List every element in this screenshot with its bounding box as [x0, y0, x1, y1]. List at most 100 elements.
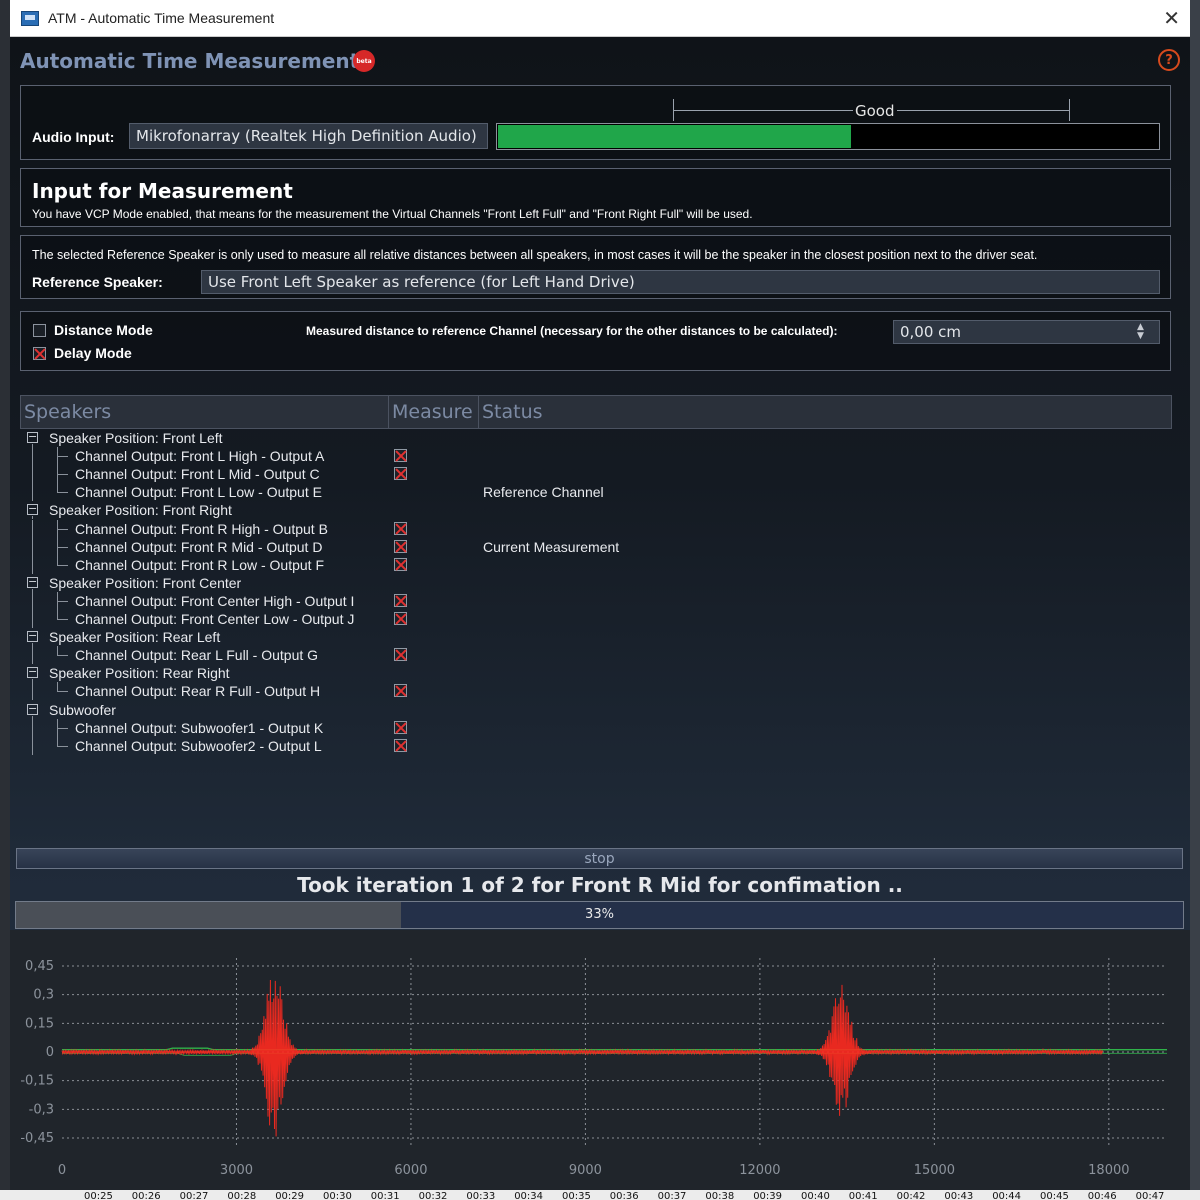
measure-checkbox[interactable]: [394, 521, 407, 535]
close-icon[interactable]: ✕: [1163, 6, 1180, 30]
timeline-tick: 00:38: [705, 1191, 735, 1200]
collapse-icon[interactable]: −: [27, 503, 38, 516]
timeline-tick: 00:32: [418, 1191, 448, 1200]
collapse-icon[interactable]: −: [27, 703, 38, 715]
collapse-icon[interactable]: −: [27, 666, 38, 679]
timeline-tick: 00:34: [514, 1191, 544, 1200]
timeline-tick: 00:39: [753, 1191, 783, 1200]
tree-channel-row[interactable]: Channel Output: Front L Mid - Output C: [20, 465, 1170, 484]
measurement-progress: 33%: [15, 901, 1184, 929]
tree-group-row[interactable]: − Speaker Position: Front Center: [20, 574, 1170, 592]
y-tick-label: 0,3: [33, 988, 54, 1003]
timeline-tick: 00:33: [466, 1191, 496, 1200]
tree-group-row[interactable]: − Speaker Position: Rear Left: [20, 628, 1170, 647]
tree-connector: [58, 546, 68, 548]
app-icon: [21, 10, 39, 26]
collapse-icon[interactable]: −: [27, 576, 38, 588]
measure-checkbox[interactable]: [394, 557, 407, 571]
distance-spinner[interactable]: ▲ ▼: [1137, 323, 1144, 341]
tree-connector: [58, 456, 68, 458]
tree-channel-row[interactable]: Channel Output: Front L High - Output A: [20, 447, 1170, 466]
app-title: Automatic Time Measurement: [20, 49, 360, 73]
tree-connector: [58, 600, 68, 602]
tree-channel-row[interactable]: Channel Output: Front R Low - Output F: [20, 555, 1170, 574]
delay-mode-label[interactable]: Delay Mode: [54, 345, 132, 361]
tree-channel-row[interactable]: Channel Output: Rear R Full - Output H: [20, 682, 1170, 701]
delay-mode-checkbox[interactable]: [33, 347, 46, 360]
tree-connector: [58, 691, 68, 693]
y-tick-label: 0,15: [25, 1016, 54, 1031]
beta-badge: beta: [353, 50, 375, 72]
tree-channel-row[interactable]: Channel Output: Front R Mid - Output D Cu…: [20, 537, 1170, 556]
tree-channel-row[interactable]: Channel Output: Front Center Low - Outpu…: [20, 610, 1170, 628]
tree-channel-row[interactable]: Channel Output: Front Center High - Outp…: [20, 591, 1170, 610]
channel-status: Reference Channel: [483, 484, 604, 501]
distance-mode-label[interactable]: Distance Mode: [54, 322, 153, 338]
audio-input-panel: Good Audio Input: Mikrofonarray (Realtek…: [20, 85, 1171, 160]
tree-connector: [58, 727, 68, 729]
column-header-measure[interactable]: Measure: [389, 396, 479, 428]
x-tick-label: 6000: [394, 1163, 427, 1178]
reference-speaker-panel: The selected Reference Speaker is only u…: [20, 235, 1171, 299]
red-series-line: [61, 979, 1104, 1137]
spinner-down-icon[interactable]: ▼: [1137, 332, 1144, 341]
tree-trunk: [32, 483, 33, 502]
timeline-tick: 00:26: [131, 1191, 161, 1200]
tree-channel-row[interactable]: Channel Output: Subwoofer2 - Output L: [20, 736, 1170, 755]
stop-button[interactable]: stop: [16, 848, 1183, 869]
measure-checkbox[interactable]: [394, 467, 407, 481]
measure-checkbox[interactable]: [394, 449, 407, 463]
measure-checkbox[interactable]: [394, 684, 407, 698]
timeline-tick: 00:46: [1087, 1191, 1117, 1200]
measure-checkbox[interactable]: [394, 738, 407, 752]
tree-group-row[interactable]: − Subwoofer: [20, 701, 1170, 719]
measure-checkbox[interactable]: [394, 593, 407, 607]
audio-input-dropdown[interactable]: Mikrofonarray (Realtek High Definition A…: [129, 123, 488, 149]
x-tick-label: 9000: [569, 1163, 602, 1178]
tree-trunk: [32, 610, 33, 628]
measure-checkbox[interactable]: [394, 539, 407, 553]
timeline-tick: 00:40: [801, 1191, 830, 1200]
speaker-position-label: Speaker Position: Front Right: [49, 502, 232, 519]
channel-output-label: Channel Output: Front R Low - Output F: [75, 556, 325, 573]
speaker-position-label: Speaker Position: Front Left: [49, 430, 223, 446]
mode-panel: Distance Mode Delay Mode Measured distan…: [20, 311, 1171, 371]
help-icon[interactable]: ?: [1158, 49, 1180, 71]
channel-output-label: Channel Output: Front L Mid - Output C: [75, 466, 320, 483]
channel-status: Current Measurement: [483, 538, 620, 555]
collapse-icon[interactable]: −: [27, 630, 38, 643]
tree-channel-row[interactable]: Channel Output: Front L Low - Output E Re…: [20, 483, 1170, 502]
tree-connector: [58, 528, 68, 530]
x-tick-label: 3000: [220, 1163, 253, 1178]
timeline-tick: 00:44: [992, 1191, 1022, 1200]
waveform-plot: 0,45 0,3 0,15 0 -0,15 -0,3 -0,45 0 3000 6000 9000 1…: [10, 930, 1190, 1200]
reference-speaker-label: Reference Speaker:: [32, 274, 163, 290]
main-window: Automatic Time Measurement beta ? Good A…: [10, 37, 1190, 1200]
column-header-speakers[interactable]: Speakers: [21, 396, 389, 428]
tree-group-row[interactable]: − Speaker Position: Front Left: [20, 429, 1170, 447]
timeline-tick: 00:29: [275, 1191, 305, 1200]
tree-trunk: [32, 465, 33, 484]
timeline-tick: 00:28: [227, 1191, 257, 1200]
timeline-tick: 00:27: [179, 1191, 209, 1200]
distance-input[interactable]: 0,00 cm: [893, 320, 1160, 344]
tree-group-row[interactable]: − Speaker Position: Front Right: [20, 501, 1170, 520]
reference-speaker-dropdown[interactable]: Use Front Left Speaker as reference (for…: [201, 270, 1160, 294]
measure-checkbox[interactable]: [394, 720, 407, 734]
speaker-position-label: Speaker Position: Front Center: [49, 574, 242, 591]
tree-channel-row[interactable]: Channel Output: Rear L Full - Output G: [20, 646, 1170, 665]
timeline-tick: 00:45: [1040, 1191, 1069, 1200]
x-tick-label: 0: [58, 1163, 66, 1178]
tree-channel-row[interactable]: Channel Output: Subwoofer1 - Output K: [20, 718, 1170, 737]
speaker-tree: − Speaker Position: Front Left Channel Out…: [20, 429, 1172, 849]
measure-checkbox[interactable]: [394, 612, 407, 625]
timeline-strip: 00:25 00:26 00:27 00:28 00:29 00:30 00:31 00:32…: [0, 1190, 1200, 1200]
input-measurement-title: Input for Measurement: [32, 179, 293, 203]
tree-channel-row[interactable]: Channel Output: Front R High - Output B: [20, 519, 1170, 538]
collapse-icon[interactable]: −: [27, 431, 38, 443]
column-header-status[interactable]: Status: [479, 396, 1171, 428]
tree-group-row[interactable]: − Speaker Position: Rear Right: [20, 664, 1170, 683]
channel-output-label: Channel Output: Rear R Full - Output H: [75, 683, 321, 700]
distance-mode-checkbox[interactable]: [33, 324, 46, 337]
measure-checkbox[interactable]: [394, 648, 407, 662]
